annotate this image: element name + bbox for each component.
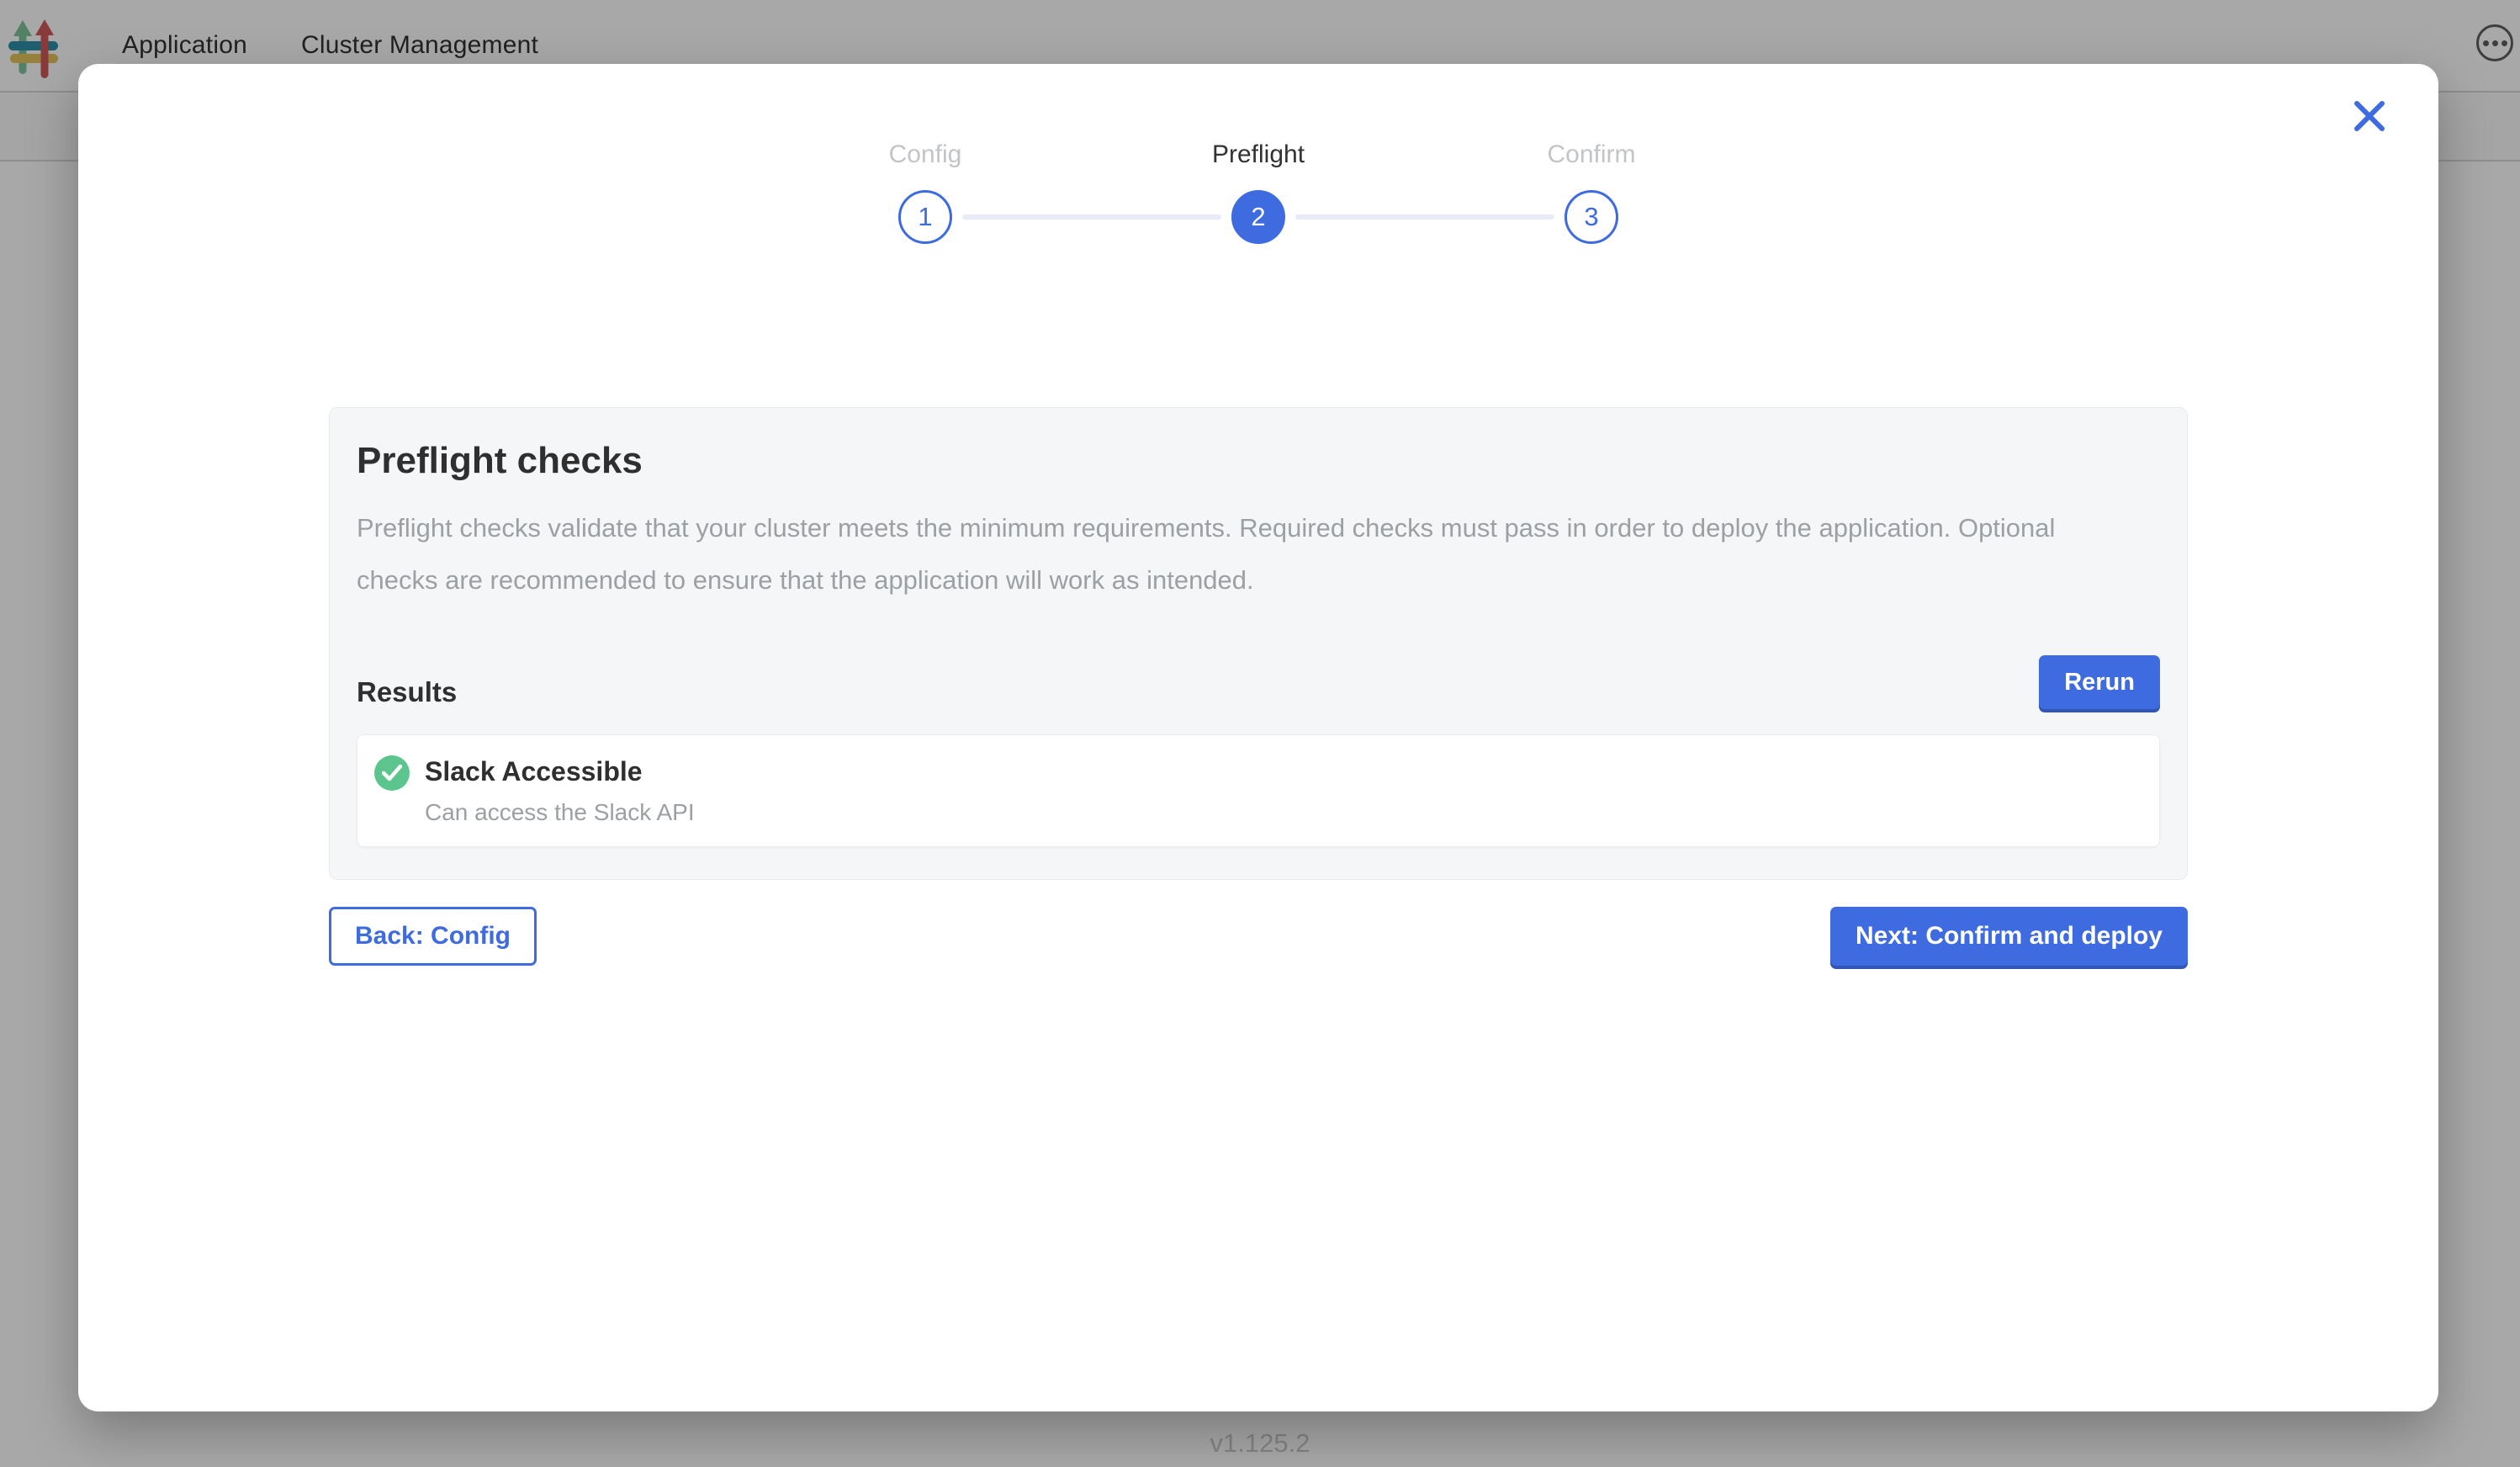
modal-actions: Back: Config Next: Confirm and deploy (329, 907, 2188, 966)
rerun-button[interactable]: Rerun (2039, 655, 2160, 709)
stepper-connector (1295, 214, 1554, 220)
result-texts: Slack Accessible Can access the Slack AP… (425, 754, 695, 826)
result-detail: Can access the Slack API (425, 799, 695, 826)
next-button[interactable]: Next: Confirm and deploy (1830, 907, 2188, 966)
step-circle-1[interactable]: 1 (898, 190, 952, 244)
step-circle-3[interactable]: 3 (1564, 190, 1618, 244)
step-label-preflight: Preflight (1212, 138, 1305, 172)
close-icon[interactable] (2348, 94, 2391, 138)
stepper: Config Preflight Confirm 1 2 3 (898, 138, 1618, 244)
card-title: Preflight checks (357, 438, 2160, 484)
preflight-card: Preflight checks Preflight checks valida… (329, 407, 2188, 880)
step-label-config: Config (889, 138, 962, 172)
step-circle-2[interactable]: 2 (1231, 190, 1285, 244)
preflight-modal: Config Preflight Confirm 1 2 3 Preflight… (78, 64, 2438, 1411)
back-button[interactable]: Back: Config (329, 907, 537, 966)
card-description: Preflight checks validate that your clus… (357, 502, 2131, 606)
stepper-circles: 1 2 3 (898, 190, 1618, 244)
check-pass-icon (374, 755, 410, 791)
stepper-connector (962, 214, 1221, 220)
results-heading: Results (357, 675, 457, 709)
step-label-confirm: Confirm (1547, 138, 1635, 172)
result-row: Slack Accessible Can access the Slack AP… (357, 734, 2160, 847)
results-bar: Results Rerun (357, 655, 2160, 709)
result-title: Slack Accessible (425, 754, 695, 789)
